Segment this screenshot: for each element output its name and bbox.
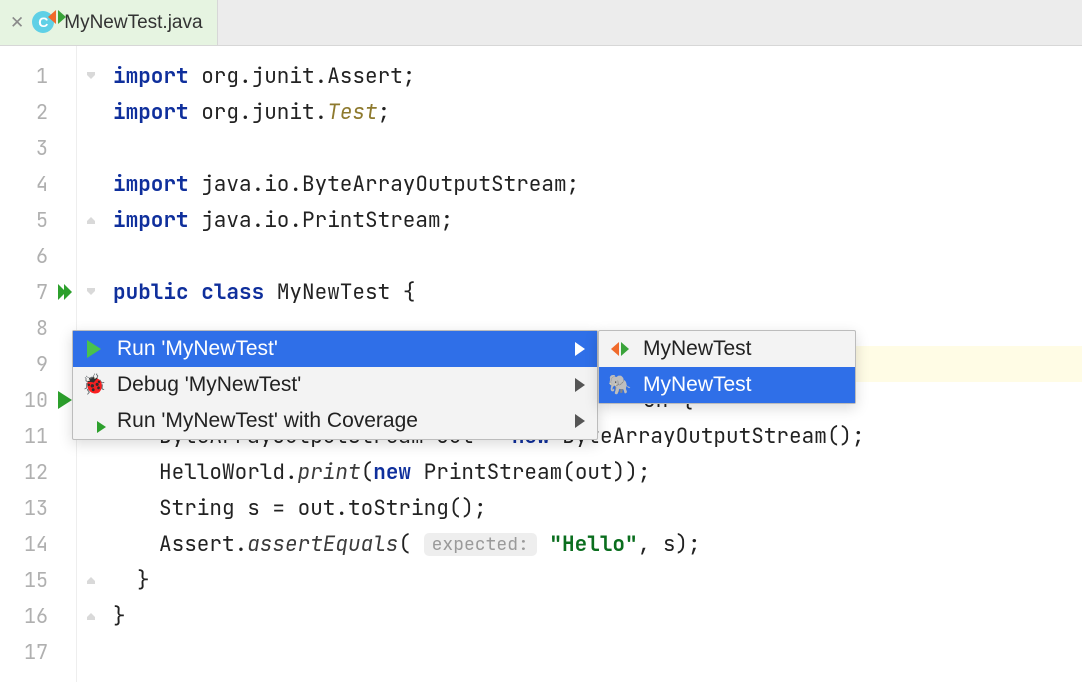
- submenu-item-label: MyNewTest: [643, 337, 752, 361]
- code-line[interactable]: Assert.assertEquals( expected: "Hello", …: [77, 526, 1082, 562]
- line-number[interactable]: 16: [0, 598, 76, 634]
- code-line[interactable]: import java.io.PrintStream;: [77, 202, 1082, 238]
- tab-filename: MyNewTest.java: [64, 12, 202, 34]
- fold-marker-icon[interactable]: [83, 212, 99, 228]
- junit-icon: [609, 340, 631, 358]
- editor-tabbar: ✕ C MyNewTest.java: [0, 0, 1082, 46]
- editor-gutter: 1 2 3 4 5 6 7 8 9 10 11 12 13 14 15 16 1…: [0, 46, 77, 682]
- parameter-hint: expected:: [424, 533, 537, 556]
- line-number[interactable]: 9: [0, 346, 76, 382]
- menu-item-label: Run 'MyNewTest': [117, 337, 278, 361]
- submenu-arrow-icon: [573, 414, 585, 428]
- code-line[interactable]: import java.io.ByteArrayOutputStream;: [77, 166, 1082, 202]
- coverage-icon: [83, 411, 105, 431]
- code-editor: 1 2 3 4 5 6 7 8 9 10 11 12 13 14 15 16 1…: [0, 46, 1082, 682]
- context-submenu: MyNewTest 🐘 MyNewTest: [598, 330, 856, 404]
- run-icon: [83, 340, 105, 358]
- code-line[interactable]: import org.junit.Test;: [77, 94, 1082, 130]
- fold-marker-icon[interactable]: [83, 284, 99, 300]
- line-number[interactable]: 3: [0, 130, 76, 166]
- code-line[interactable]: }: [77, 598, 1082, 634]
- code-line[interactable]: public class MyNewTest {: [77, 274, 1082, 310]
- code-line[interactable]: [77, 238, 1082, 274]
- menu-item-debug[interactable]: 🐞 Debug 'MyNewTest': [73, 367, 597, 403]
- junit-badge-icon: [48, 8, 60, 20]
- submenu-arrow-icon: [573, 378, 585, 392]
- debug-icon: 🐞: [83, 375, 105, 395]
- code-line[interactable]: String s = out.toString();: [77, 490, 1082, 526]
- line-number[interactable]: 14: [0, 526, 76, 562]
- line-number[interactable]: 8: [0, 310, 76, 346]
- line-number[interactable]: 7: [0, 274, 76, 310]
- editor-tab[interactable]: ✕ C MyNewTest.java: [0, 0, 218, 45]
- run-class-gutter-icon[interactable]: [64, 284, 72, 300]
- menu-item-coverage[interactable]: Run 'MyNewTest' with Coverage: [73, 403, 597, 439]
- gradle-icon: 🐘: [609, 373, 631, 397]
- fold-marker-icon[interactable]: [83, 68, 99, 84]
- fold-marker-icon[interactable]: [83, 608, 99, 624]
- context-menu: Run 'MyNewTest' 🐞 Debug 'MyNewTest' Run …: [72, 330, 598, 440]
- submenu-item-gradle[interactable]: 🐘 MyNewTest: [599, 367, 855, 403]
- code-line[interactable]: import org.junit.Assert;: [77, 58, 1082, 94]
- submenu-arrow-icon: [573, 342, 585, 356]
- line-number[interactable]: 2: [0, 94, 76, 130]
- submenu-item-junit[interactable]: MyNewTest: [599, 331, 855, 367]
- code-line[interactable]: [77, 130, 1082, 166]
- code-line[interactable]: [77, 634, 1082, 670]
- line-number[interactable]: 12: [0, 454, 76, 490]
- fold-marker-icon[interactable]: [83, 572, 99, 588]
- run-test-gutter-icon[interactable]: [58, 391, 72, 409]
- line-number[interactable]: 15: [0, 562, 76, 598]
- code-line[interactable]: }: [77, 562, 1082, 598]
- line-number[interactable]: 1: [0, 58, 76, 94]
- menu-item-run[interactable]: Run 'MyNewTest': [73, 331, 597, 367]
- line-number[interactable]: 10: [0, 382, 76, 418]
- code-line[interactable]: HelloWorld.print(new PrintStream(out));: [77, 454, 1082, 490]
- line-number[interactable]: 5: [0, 202, 76, 238]
- line-number[interactable]: 6: [0, 238, 76, 274]
- submenu-item-label: MyNewTest: [643, 373, 752, 397]
- line-number[interactable]: 4: [0, 166, 76, 202]
- close-tab-icon[interactable]: ✕: [10, 13, 24, 33]
- line-number[interactable]: 13: [0, 490, 76, 526]
- line-number[interactable]: 17: [0, 634, 76, 670]
- java-class-test-icon: C: [32, 11, 56, 35]
- line-number[interactable]: 11: [0, 418, 76, 454]
- menu-item-label: Debug 'MyNewTest': [117, 373, 301, 397]
- menu-item-label: Run 'MyNewTest' with Coverage: [117, 409, 418, 433]
